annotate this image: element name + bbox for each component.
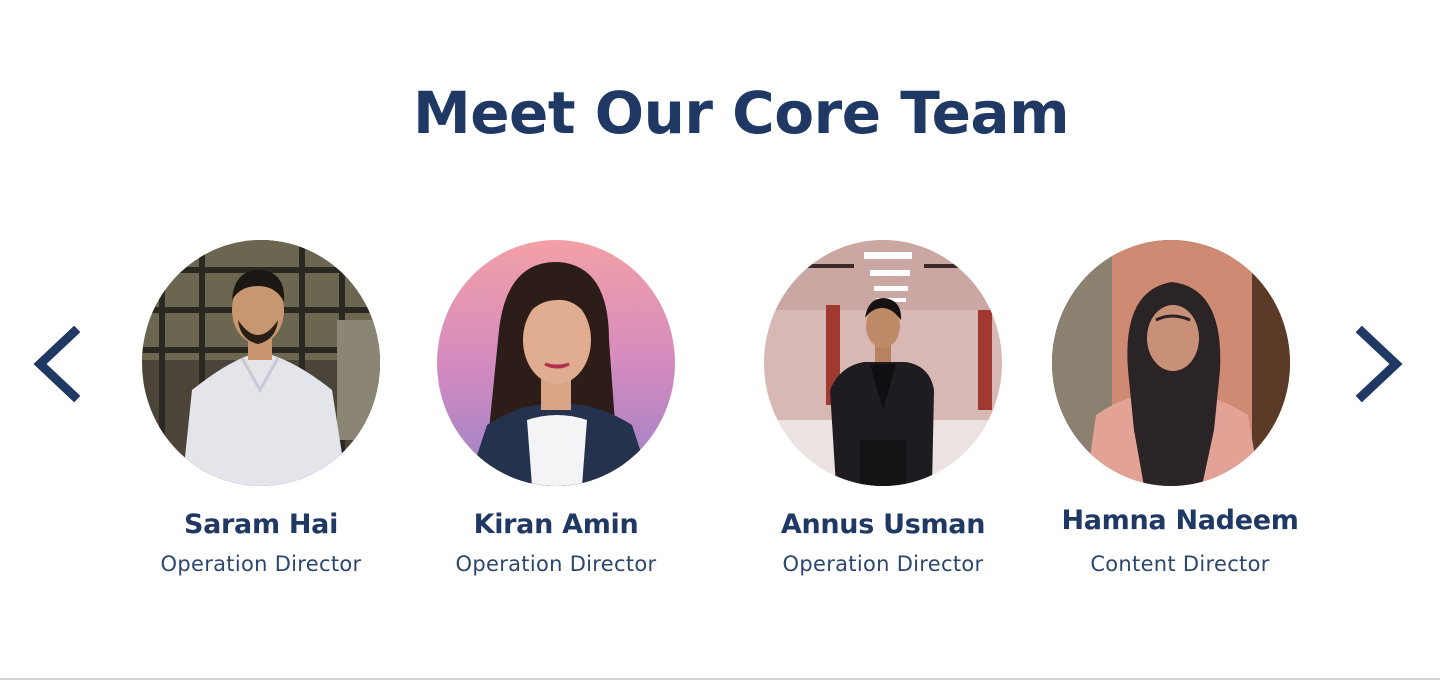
team-member-card[interactable]: Kiran Amin Operation Director [406,240,706,578]
team-member-card[interactable]: Hamna Nadeem Content Director [1030,240,1330,578]
member-photo [764,240,1002,486]
team-section: Meet Our Core Team Saram Hai Operation D… [0,0,1440,687]
member-photo [1052,240,1290,486]
member-photo [437,240,675,486]
carousel-prev-button[interactable] [30,326,80,406]
team-member-card[interactable]: Saram Hai Operation Director [111,240,411,578]
member-name: Annus Usman [780,509,986,540]
member-role: Operation Director [782,552,984,576]
chevron-right-icon [1355,326,1403,403]
member-name: Hamna Nadeem [1061,505,1299,536]
member-role: Operation Director [455,552,657,576]
member-name: Kiran Amin [473,509,639,540]
member-role: Content Director [1090,552,1270,576]
chevron-left-icon [33,326,80,403]
member-name: Saram Hai [183,509,339,540]
section-title: Meet Our Core Team [412,79,1070,147]
team-member-card[interactable]: Annus Usman Operation Director [733,240,1033,578]
member-role: Operation Director [160,552,362,576]
section-divider [0,678,1440,680]
carousel-next-button[interactable] [1354,326,1404,406]
member-photo [142,240,380,486]
